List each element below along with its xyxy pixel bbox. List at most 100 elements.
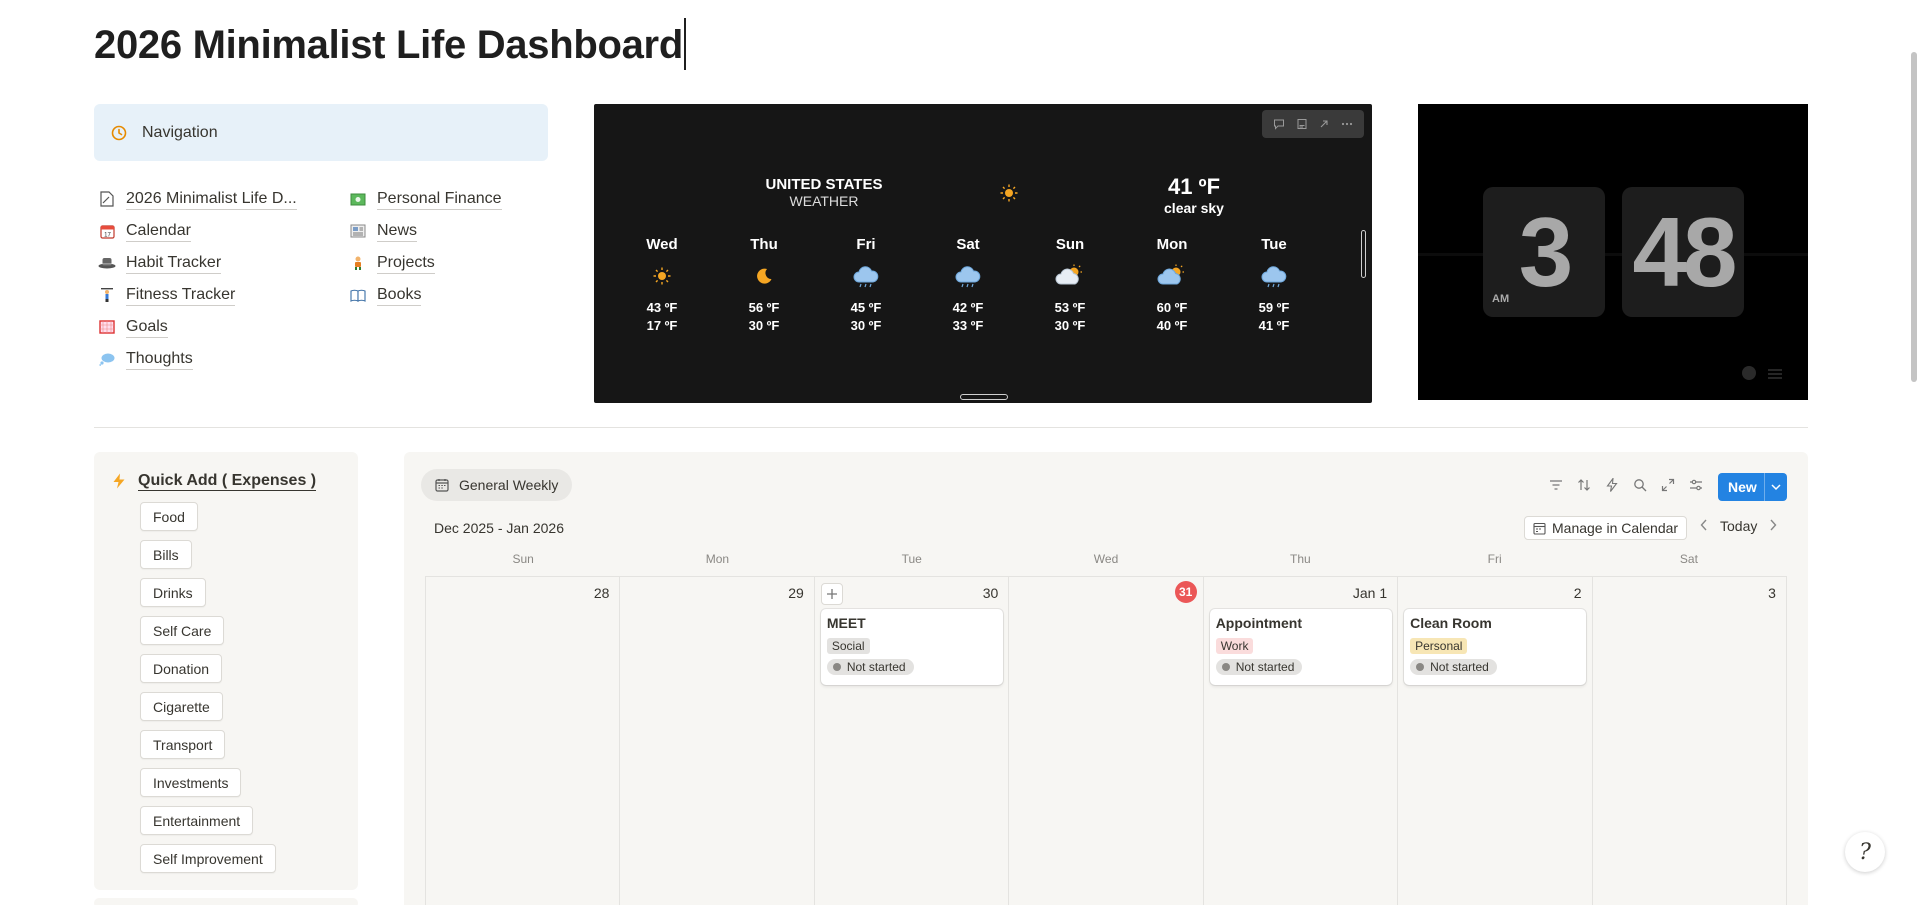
clock-ampm: AM <box>1492 293 1510 305</box>
event-card[interactable]: Clean Room Personal Not started <box>1404 609 1587 685</box>
navigation-label: Navigation <box>142 123 218 141</box>
quick-add-drinks-button[interactable]: Drinks <box>140 578 206 607</box>
nav-link-books[interactable]: Books <box>349 279 502 311</box>
search-icon[interactable] <box>1631 476 1649 494</box>
partly-cloudy-icon <box>1121 263 1223 289</box>
expand-icon[interactable] <box>1659 476 1677 494</box>
next-panel-edge <box>94 898 358 905</box>
chevron-left-icon[interactable] <box>1694 518 1714 534</box>
resize-handle[interactable] <box>960 394 1008 400</box>
weather-scrollbar[interactable] <box>1361 230 1366 278</box>
calendar-view: General Weekly New Dec 2025 - Jan 2026 M… <box>404 452 1808 905</box>
nav-link-news[interactable]: News <box>349 215 502 247</box>
lightning-icon <box>113 473 125 489</box>
day-number: 3 <box>1768 585 1776 601</box>
day-number: 2 <box>1573 585 1582 601</box>
chevron-right-icon[interactable] <box>1763 518 1783 534</box>
weekday-label: Sat <box>1679 552 1698 566</box>
status-badge: Not started <box>1410 659 1497 675</box>
navigation-callout: Navigation <box>94 104 548 161</box>
manage-in-calendar-button[interactable]: Manage in Calendar <box>1524 516 1688 540</box>
quick-add-self-care-button[interactable]: Self Care <box>140 616 225 645</box>
more-options-icon[interactable] <box>1341 118 1353 130</box>
filter-icon[interactable] <box>1547 476 1565 494</box>
theme-dot-icon[interactable] <box>1742 366 1756 380</box>
day-cell[interactable]: 2 Clean Room Personal Not started <box>1398 577 1593 905</box>
day-number: 29 <box>788 585 804 601</box>
quick-add-food-button[interactable]: Food <box>140 502 198 531</box>
moon-icon <box>713 263 815 289</box>
quick-add-transport-button[interactable]: Transport <box>140 730 226 759</box>
nav-link-thoughts[interactable]: Thoughts <box>98 343 297 375</box>
comment-icon[interactable] <box>1273 118 1285 130</box>
day-cell[interactable]: 30 MEET Social Not started <box>814 577 1010 905</box>
page-title[interactable]: 2026 Minimalist Life Dashboard <box>94 18 686 70</box>
sun-icon <box>611 263 713 289</box>
weather-widget: UNITED STATES WEATHER 41 ºF clear sky We… <box>594 104 1372 403</box>
nav-link-dashboard[interactable]: 2026 Minimalist Life D... <box>98 183 297 215</box>
quick-add-investments-button[interactable]: Investments <box>140 768 242 797</box>
forecast-day: Thu 56 ºF 30 ºF <box>713 236 815 335</box>
quick-add-entertainment-button[interactable]: Entertainment <box>140 806 254 835</box>
quick-add-donation-button[interactable]: Donation <box>140 654 223 683</box>
forecast-day: Fri 45 ºF 30 ºF <box>815 236 917 335</box>
settings-sliders-icon[interactable] <box>1687 476 1705 494</box>
weekday-label: Mon <box>705 552 730 566</box>
open-external-icon[interactable] <box>1318 118 1330 130</box>
sort-icon[interactable] <box>1575 476 1593 494</box>
embed-toolbar <box>1262 110 1364 138</box>
view-toolbar <box>1547 476 1715 494</box>
current-temperature: 41 ºF <box>1167 174 1221 199</box>
menu-icon[interactable] <box>1768 369 1782 379</box>
weekday-label: Tue <box>901 552 922 566</box>
person-lifting-icon <box>98 286 116 304</box>
person-icon <box>349 254 367 272</box>
add-event-button[interactable] <box>820 583 843 605</box>
nav-link-fitness-tracker[interactable]: Fitness Tracker <box>98 279 297 311</box>
nav-link-goals[interactable]: Goals <box>98 311 297 343</box>
event-tag: Personal <box>1410 638 1468 654</box>
calendar-grid: 28 29 30 MEET Social Not started 31 Jan … <box>425 576 1787 905</box>
weather-location: UNITED STATES WEATHER <box>749 176 899 209</box>
forecast-days: Wed 43 ºF 17 ºF Thu 56 ºF 30 ºF Fri 45 º… <box>611 236 1325 335</box>
quick-add-bills-button[interactable]: Bills <box>140 540 192 569</box>
flip-divider <box>1418 253 1808 256</box>
day-cell[interactable]: 3 <box>1592 577 1787 905</box>
today-button[interactable]: Today <box>1720 518 1757 534</box>
text-cursor <box>683 18 686 70</box>
current-condition: clear sky <box>1164 200 1224 216</box>
quick-add-self-improvement-button[interactable]: Self Improvement <box>140 844 276 873</box>
quick-add-cigarette-button[interactable]: Cigarette <box>140 692 223 721</box>
nav-link-personal-finance[interactable]: Personal Finance <box>349 183 502 215</box>
chevron-down-icon[interactable] <box>1765 483 1787 491</box>
forecast-day: Mon 60 ºF 40 ºF <box>1121 236 1223 335</box>
day-number: 30 <box>982 585 999 601</box>
quick-add-title[interactable]: Quick Add ( Expenses ) <box>138 471 317 491</box>
help-button[interactable]: ? <box>1845 832 1885 872</box>
date-navigation: Today <box>1694 518 1783 534</box>
event-title: MEET <box>826 615 866 631</box>
flip-clock-widget: 3 48 AM <box>1418 104 1808 400</box>
event-title: Appointment <box>1215 615 1303 631</box>
day-cell[interactable]: 28 <box>426 577 621 905</box>
forecast-day: Sat 42 ºF 33 ºF <box>917 236 1019 335</box>
caption-icon[interactable] <box>1296 118 1308 130</box>
day-cell[interactable]: 31 <box>1009 577 1204 905</box>
day-number: Jan 1 <box>1352 585 1388 601</box>
nav-link-habit-tracker[interactable]: Habit Tracker <box>98 247 297 279</box>
calendar-icon <box>435 479 449 492</box>
day-cell[interactable]: Jan 1 Appointment Work Not started <box>1203 577 1399 905</box>
automation-icon[interactable] <box>1603 476 1621 494</box>
new-button[interactable]: New <box>1718 473 1787 501</box>
event-card[interactable]: Appointment Work Not started <box>1209 609 1392 685</box>
event-card[interactable]: MEET Social Not started <box>820 609 1003 685</box>
page-scrollbar[interactable] <box>1911 52 1917 382</box>
today-badge: 31 <box>1174 581 1197 603</box>
nav-link-calendar[interactable]: 17 Calendar <box>98 215 297 247</box>
day-cell[interactable]: 29 <box>620 577 815 905</box>
cloud-rain-icon <box>815 263 917 289</box>
nav-link-projects[interactable]: Projects <box>349 247 502 279</box>
compass-icon <box>111 125 127 140</box>
view-tab-general-weekly[interactable]: General Weekly <box>421 469 573 501</box>
weekday-label: Thu <box>1289 552 1311 566</box>
